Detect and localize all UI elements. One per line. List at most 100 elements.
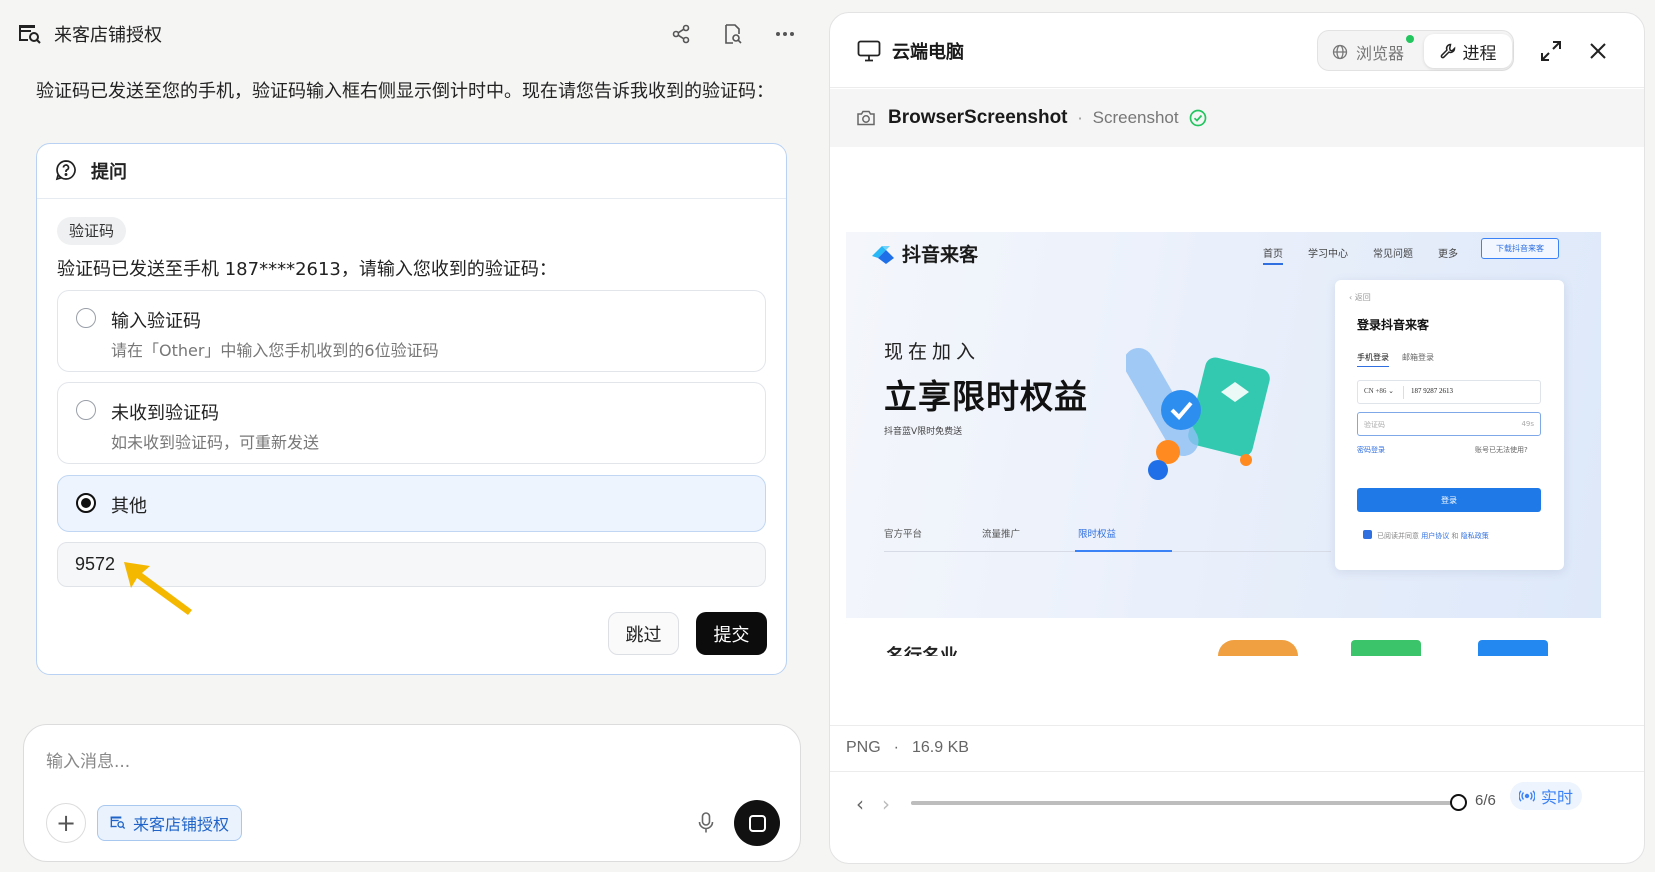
nav-more: 更多 — [1438, 249, 1458, 260]
message-composer: 输入消息... + 来客店铺授权 — [23, 724, 801, 862]
section-thumbnail — [1218, 640, 1298, 656]
share-icon[interactable] — [668, 21, 694, 47]
nav-faq: 常见问题 — [1373, 249, 1413, 260]
option-desc: 如未收到验证码，可重新发送 — [111, 433, 320, 452]
close-icon[interactable] — [1586, 39, 1610, 63]
file-size: 16.9 KB — [912, 739, 969, 756]
step-slider[interactable] — [911, 794, 1467, 811]
account-issue-link: 账号已无法使用? — [1475, 446, 1528, 454]
skip-button[interactable]: 跳过 — [608, 612, 679, 655]
option-not-received[interactable]: 未收到验证码 如未收到验证码，可重新发送 — [57, 382, 766, 464]
tab-indicator — [1075, 550, 1172, 552]
slider-knob[interactable] — [1450, 794, 1467, 811]
logo-text: 抖音来客 — [902, 244, 979, 266]
login-tab-phone: 手机登录 — [1357, 352, 1389, 367]
hero-line2: 立享限时权益 — [884, 377, 1088, 416]
tab-process[interactable]: 进程 — [1424, 34, 1512, 68]
phone-number: 187 9287 2613 — [1411, 387, 1453, 395]
radio-button[interactable] — [76, 308, 96, 328]
tool-call-header: BrowserScreenshot · Screenshot — [830, 89, 1644, 147]
field-divider — [1403, 386, 1404, 399]
phone-field: CN +86 ⌄ 187 9287 2613 — [1357, 380, 1541, 404]
broadcast-icon — [1519, 790, 1535, 802]
prev-step-icon[interactable]: ‹ — [856, 792, 864, 816]
tool-subtitle: Screenshot — [1092, 108, 1179, 127]
slider-fill — [911, 801, 1458, 805]
option-title: 输入验证码 — [111, 311, 201, 332]
login-button: 登录 — [1357, 488, 1541, 512]
skill-chip[interactable]: 来客店铺授权 — [97, 805, 243, 841]
agree-checkbox — [1363, 530, 1372, 539]
code-field: 验证码 49s — [1357, 412, 1541, 436]
screenshot-viewer: 抖音来客 首页 学习中心 常见问题 更多 下载抖音来客 现在加入 立享限时权益 … — [830, 148, 1644, 774]
browser-screenshot: 抖音来客 首页 学习中心 常见问题 更多 下载抖音来客 现在加入 立享限时权益 … — [846, 232, 1601, 672]
file-meta: PNG · 16.9 KB — [830, 725, 1644, 770]
globe-icon — [1332, 44, 1348, 60]
file-type: PNG — [846, 739, 881, 756]
separator-dot: · — [1077, 108, 1083, 128]
tab-browser[interactable]: 浏览器 — [1332, 35, 1415, 64]
store-search-icon — [18, 22, 42, 46]
question-icon — [55, 159, 79, 183]
tab-process-label: 进程 — [1462, 43, 1497, 64]
section-title: 名行名业 — [886, 642, 958, 656]
next-step-icon[interactable]: › — [882, 792, 890, 816]
hero-tab: 流量推广 — [982, 529, 1021, 540]
more-icon[interactable] — [772, 21, 798, 47]
agreement-text: 已阅读并同意 用户协议 和 隐私政策 — [1377, 532, 1489, 540]
option-desc: 请在「Other」中输入您手机收到的6位验证码 — [111, 341, 439, 360]
camera-icon — [856, 109, 876, 127]
radio-button[interactable] — [76, 400, 96, 420]
option-title: 未收到验证码 — [111, 403, 219, 424]
separator-dot: · — [893, 739, 899, 756]
login-title: 登录抖音来客 — [1357, 318, 1430, 332]
option-other[interactable]: 其他 — [57, 475, 766, 532]
composer-placeholder[interactable]: 输入消息... — [46, 747, 130, 772]
question-card-title: 提问 — [91, 162, 127, 183]
radio-button-selected[interactable] — [76, 493, 96, 513]
tool-name: BrowserScreenshot — [888, 107, 1068, 128]
nav-learning: 学习中心 — [1308, 249, 1348, 260]
microphone-icon[interactable] — [694, 811, 718, 835]
store-search-icon — [110, 815, 126, 831]
question-tag: 验证码 — [57, 217, 127, 245]
cloud-pc-panel: 云端电脑 浏览器 进程 BrowserScreenshot · Screensh… — [829, 12, 1645, 864]
monitor-icon — [857, 40, 881, 62]
option-enter-code[interactable]: 输入验证码 请在「Other」中输入您手机收到的6位验证码 — [57, 290, 766, 372]
chat-header: 来客店铺授权 — [18, 18, 808, 50]
file-search-icon[interactable] — [720, 21, 746, 47]
hero-illustration — [1126, 348, 1270, 480]
hero-tab: 官方平台 — [884, 529, 923, 540]
code-placeholder: 验证码 — [1364, 421, 1385, 429]
chat-title: 来客店铺授权 — [54, 25, 162, 46]
live-button[interactable]: 实时 — [1510, 782, 1583, 810]
stop-button[interactable] — [734, 800, 780, 846]
submit-button[interactable]: 提交 — [696, 612, 767, 655]
douyin-laike-logo: 抖音来客 — [870, 240, 978, 267]
chat-actions — [668, 21, 808, 47]
step-counter: 6/6 — [1475, 792, 1496, 809]
tab-browser-label: 浏览器 — [1356, 35, 1415, 64]
cloud-pc-header: 云端电脑 浏览器 进程 — [830, 13, 1644, 88]
back-link: ‹ 返回 — [1349, 293, 1371, 302]
question-card-header: 提问 — [37, 144, 786, 199]
hero-tab-active: 限时权益 — [1078, 529, 1117, 540]
download-app-button: 下载抖音来客 — [1481, 238, 1559, 259]
skill-chip-label: 来客店铺授权 — [133, 815, 230, 834]
status-dot — [1406, 35, 1415, 43]
expand-icon[interactable] — [1539, 39, 1563, 63]
logo-mark-icon — [870, 243, 896, 265]
add-attachment-button[interactable]: + — [46, 803, 86, 843]
chat-pane: 来客店铺授权 验证码已发送至您的手机，验证码输入框右侧显示倒计时中。现在请您告诉… — [0, 0, 820, 872]
login-tab-email: 邮箱登录 — [1402, 353, 1434, 362]
screenshot-hero: 抖音来客 首页 学习中心 常见问题 更多 下载抖音来客 现在加入 立享限时权益 … — [846, 232, 1601, 618]
section-thumbnail — [1478, 640, 1548, 656]
country-code: CN +86 ⌄ — [1364, 387, 1395, 395]
login-card: ‹ 返回 登录抖音来客 手机登录 邮箱登录 CN +86 ⌄ 187 9287 … — [1335, 280, 1564, 570]
section-thumbnail — [1351, 640, 1421, 656]
assistant-message: 验证码已发送至您的手机，验证码输入框右侧显示倒计时中。现在请您告诉我收到的验证码… — [36, 81, 774, 102]
code-countdown: 49s — [1521, 420, 1534, 428]
cloud-pc-title: 云端电脑 — [892, 42, 964, 63]
wrench-icon — [1440, 43, 1455, 59]
password-login-link: 密码登录 — [1357, 446, 1385, 454]
